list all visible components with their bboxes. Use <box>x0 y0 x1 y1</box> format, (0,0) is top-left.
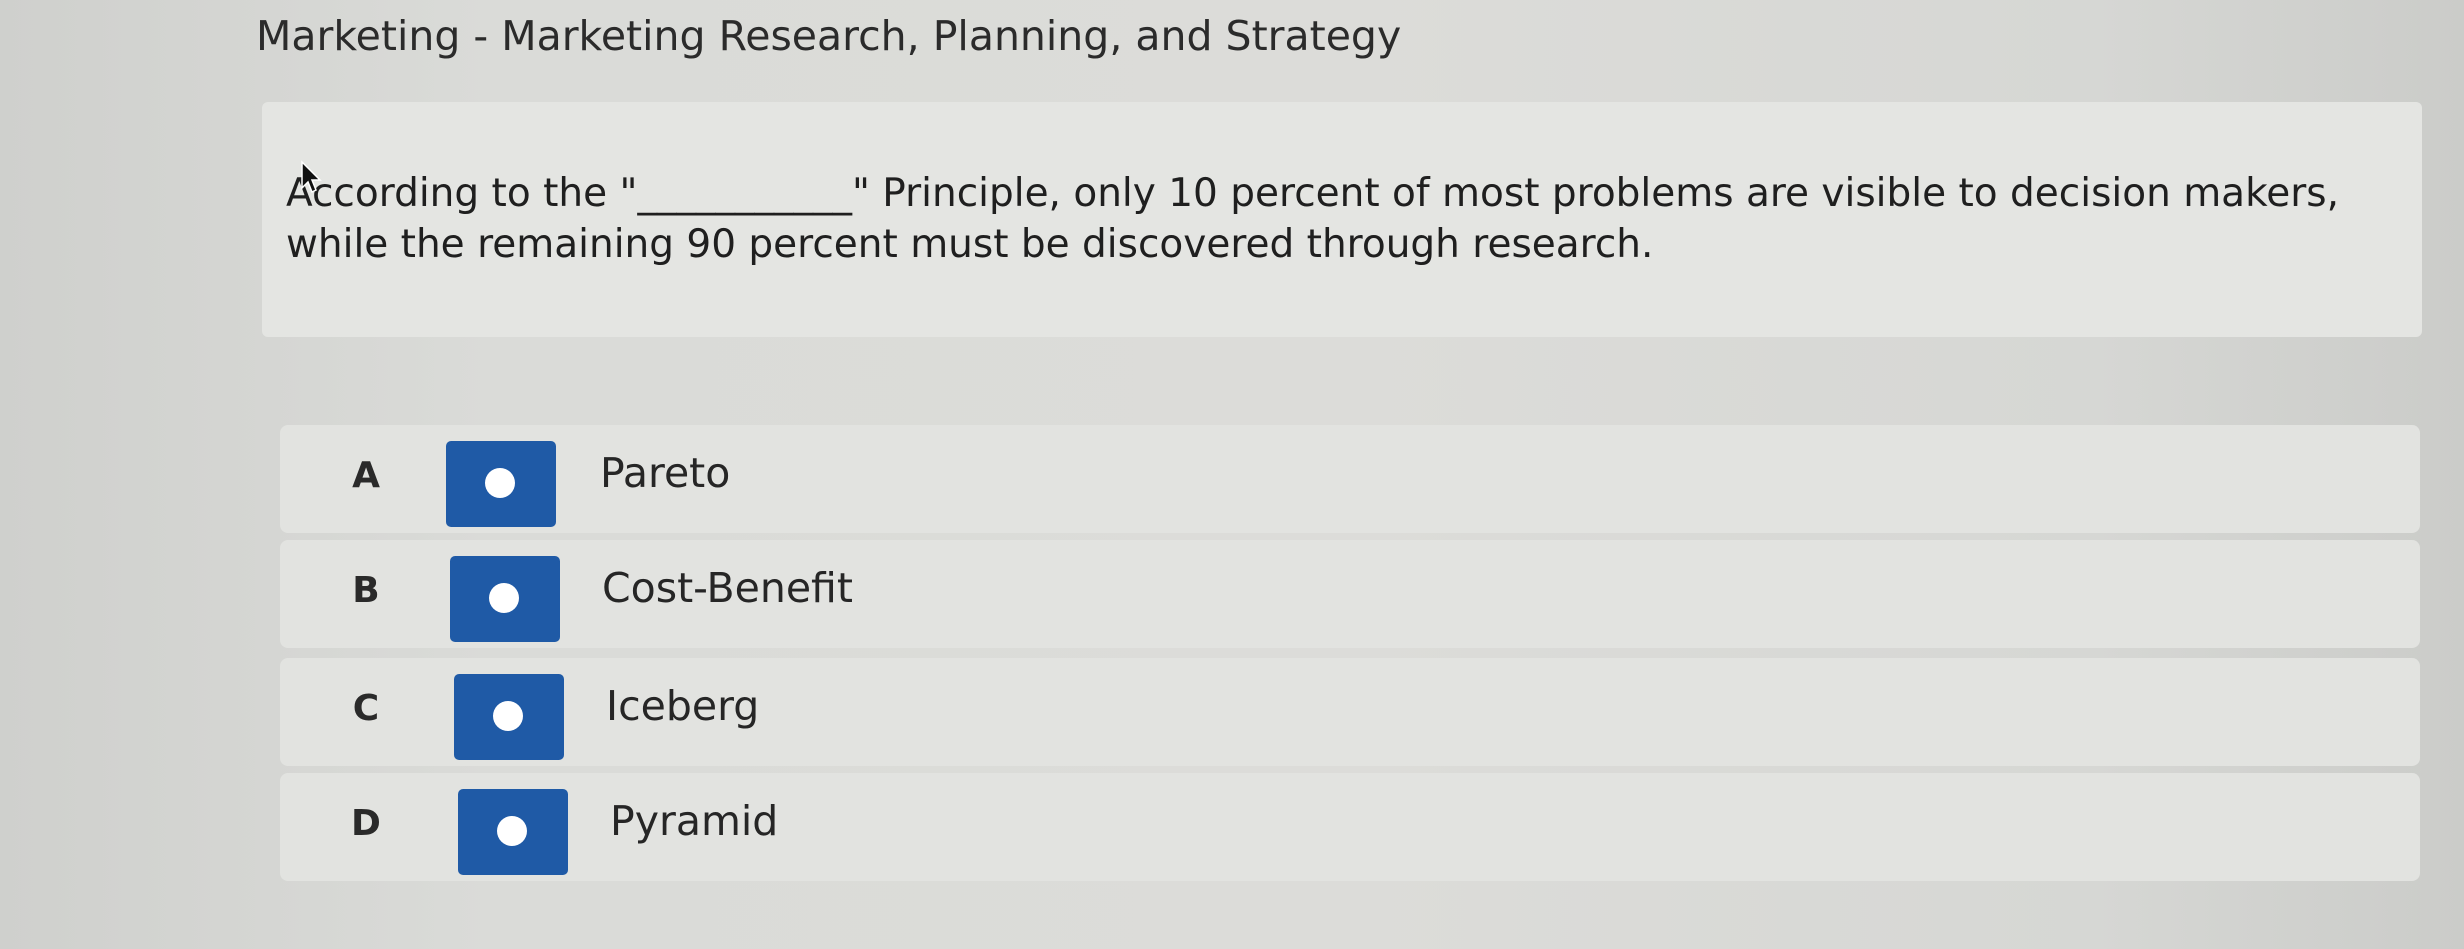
radio-button-b[interactable] <box>450 556 560 642</box>
radio-circle-icon <box>493 701 523 731</box>
radio-button-c[interactable] <box>454 674 564 760</box>
option-label: Pareto <box>600 449 731 497</box>
radio-button-d[interactable] <box>458 789 568 875</box>
option-label: Pyramid <box>610 797 779 845</box>
option-letter: D <box>351 803 381 844</box>
page-title: Marketing - Marketing Research, Planning… <box>256 12 1402 60</box>
radio-circle-icon <box>485 468 515 498</box>
question-text: According to the "___________" Principle… <box>286 171 2340 267</box>
radio-circle-icon <box>497 816 527 846</box>
quiz-page: Marketing - Marketing Research, Planning… <box>0 0 2464 949</box>
option-d[interactable]: D Pyramid <box>280 773 2420 881</box>
option-label: Cost-Benefit <box>602 564 853 612</box>
option-letter: B <box>352 570 380 611</box>
option-label: Iceberg <box>606 682 760 730</box>
radio-circle-icon <box>489 583 519 613</box>
option-c[interactable]: C Iceberg <box>280 658 2420 766</box>
option-b[interactable]: B Cost-Benefit <box>280 540 2420 648</box>
option-a[interactable]: A Pareto <box>280 425 2420 533</box>
question-card: According to the "___________" Principle… <box>262 102 2422 337</box>
mouse-pointer-icon <box>301 160 322 194</box>
option-letter: A <box>352 455 380 496</box>
option-letter: C <box>352 688 380 729</box>
radio-button-a[interactable] <box>446 441 556 527</box>
